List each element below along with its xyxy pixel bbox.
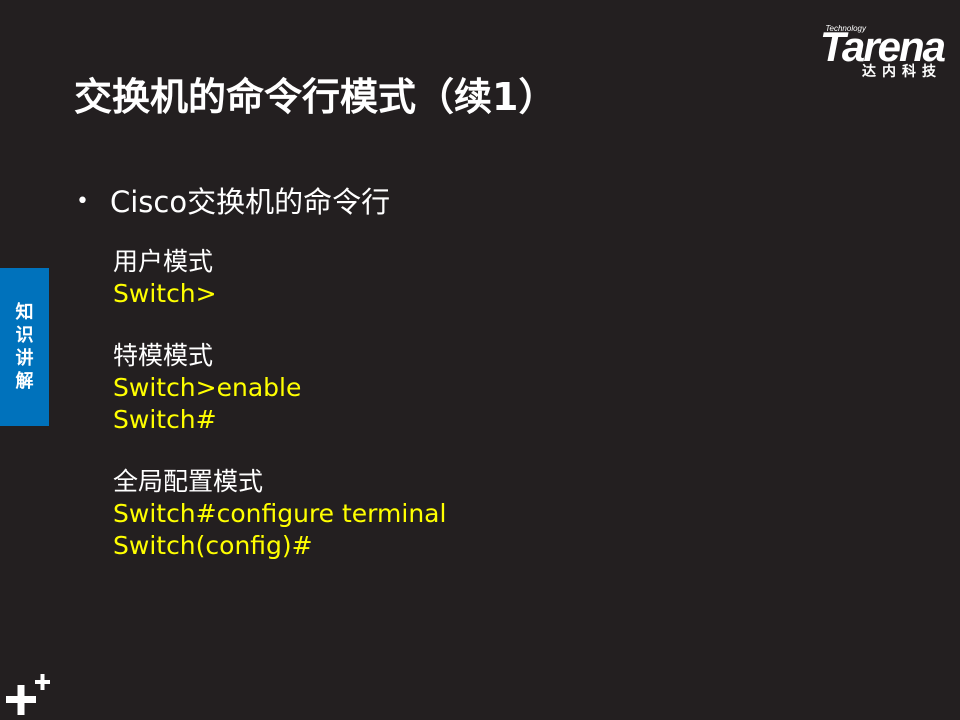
knowledge-lecture-tab: 知 识 讲 解 <box>0 268 49 426</box>
side-tab-char: 讲 <box>15 348 34 369</box>
side-tab-char: 识 <box>15 325 34 346</box>
bullet-text: Cisco交换机的命令行 <box>110 185 391 219</box>
section-label-privileged-mode: 特模模式 <box>113 341 214 370</box>
bullet-dot-icon: • <box>76 189 89 214</box>
slide-title: 交换机的命令行模式（续1） <box>74 75 557 119</box>
section-label-global-config-mode: 全局配置模式 <box>113 467 264 496</box>
command-line: Switch(config)# <box>113 531 313 560</box>
section-label-user-mode: 用户模式 <box>113 247 214 276</box>
command-line: Switch>enable <box>113 373 302 402</box>
command-list: 用户模式 Switch> 特模模式 Switch>enable Switch# … <box>113 246 446 562</box>
logo-subtitle: 达内科技 <box>862 64 942 80</box>
side-tab-char: 解 <box>15 371 34 392</box>
side-tab-char: 知 <box>15 302 34 323</box>
command-line: Switch> <box>113 279 217 308</box>
command-line: Switch# <box>113 405 217 434</box>
logo-wordmark: Tarena <box>819 23 946 70</box>
tarena-logo: Technology Tarena 达内科技 <box>774 22 946 84</box>
slide: Technology Tarena 达内科技 交换机的命令行模式（续1） • Ci… <box>0 0 960 720</box>
bullet-item: • Cisco交换机的命令行 <box>76 182 390 222</box>
command-line: Switch#configure terminal <box>113 499 447 528</box>
plus-decoration-icon <box>6 674 50 715</box>
